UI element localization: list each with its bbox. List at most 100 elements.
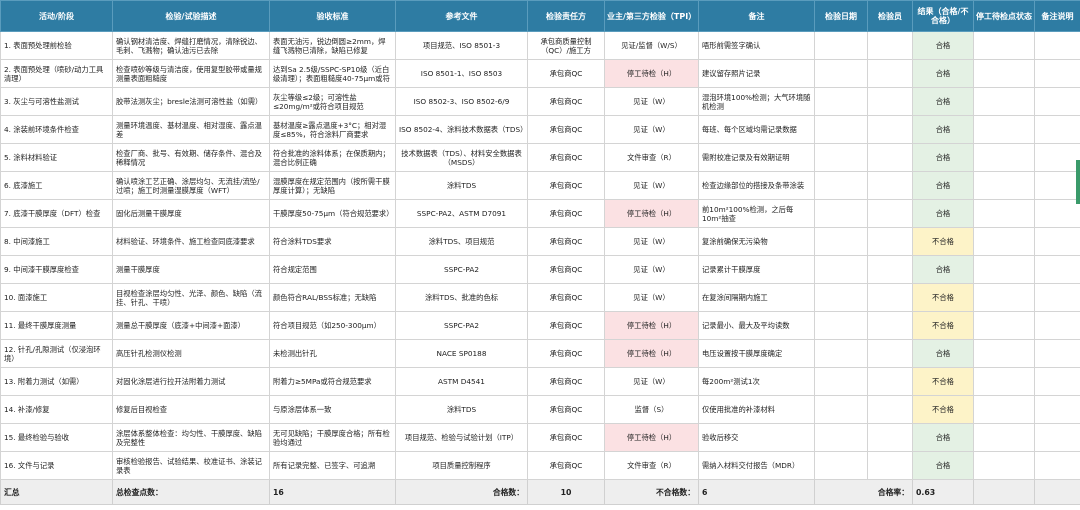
cell-responsible[interactable]: 承包商质量控制（QC）/施工方 — [527, 31, 605, 60]
cell-reference[interactable]: 项目质量控制程序 — [395, 451, 528, 480]
cell-date[interactable] — [814, 31, 868, 60]
summary-empty-1[interactable] — [973, 479, 1035, 505]
cell-note[interactable]: 需纳入材料交付报告（MDR） — [698, 451, 815, 480]
cell-inspector[interactable] — [867, 423, 913, 452]
cell-inspector[interactable] — [867, 339, 913, 368]
cell-responsible[interactable]: 承包商QC — [527, 423, 605, 452]
cell-date[interactable] — [814, 255, 868, 284]
cell-result[interactable]: 合格 — [912, 31, 974, 60]
cell-date[interactable] — [814, 87, 868, 116]
cell-tpi[interactable]: 见证（W） — [604, 227, 699, 256]
cell-note[interactable]: 电压设置按干膜厚度确定 — [698, 339, 815, 368]
cell-remark[interactable] — [1034, 367, 1080, 396]
cell-reference[interactable]: ISO 8502-3、ISO 8502-6/9 — [395, 87, 528, 116]
cell-tpi[interactable]: 停工待检（H） — [604, 59, 699, 88]
cell-responsible[interactable]: 承包商QC — [527, 339, 605, 368]
cell-activity[interactable]: 6. 底漆施工 — [0, 171, 113, 200]
cell-note[interactable]: 湿泡环境100%检测；大气环境随机检测 — [698, 87, 815, 116]
cell-hold-status[interactable] — [973, 227, 1035, 256]
cell-description[interactable]: 高压针孔检测仪检测 — [112, 339, 270, 368]
cell-hold-status[interactable] — [973, 199, 1035, 228]
cell-date[interactable] — [814, 171, 868, 200]
cell-description[interactable]: 修复后目视检查 — [112, 395, 270, 424]
cell-responsible[interactable]: 承包商QC — [527, 143, 605, 172]
cell-criteria[interactable]: 符合项目规范（如250-300μm） — [269, 311, 396, 340]
cell-inspector[interactable] — [867, 115, 913, 144]
cell-criteria[interactable]: 符合涂料TDS要求 — [269, 227, 396, 256]
cell-tpi[interactable]: 停工待检（H） — [604, 423, 699, 452]
cell-reference[interactable]: ASTM D4541 — [395, 367, 528, 396]
cell-hold-status[interactable] — [973, 423, 1035, 452]
cell-result[interactable]: 合格 — [912, 451, 974, 480]
cell-date[interactable] — [814, 451, 868, 480]
cell-result[interactable]: 合格 — [912, 171, 974, 200]
summary-pass-label-cell[interactable]: 合格数： — [395, 479, 528, 505]
cell-criteria[interactable]: 所有记录完整、已签字、可追溯 — [269, 451, 396, 480]
cell-reference[interactable]: NACE SP0188 — [395, 339, 528, 368]
cell-criteria[interactable]: 无可见缺陷；干膜厚度合格；所有检验均通过 — [269, 423, 396, 452]
cell-inspector[interactable] — [867, 395, 913, 424]
cell-activity[interactable]: 14. 补漆/修复 — [0, 395, 113, 424]
cell-activity[interactable]: 15. 最终检验与验收 — [0, 423, 113, 452]
cell-note[interactable]: 记录累计干膜厚度 — [698, 255, 815, 284]
cell-reference[interactable]: 技术数据表（TDS）、材料安全数据表（MSDS） — [395, 143, 528, 172]
cell-reference[interactable]: 项目规范、检验与试验计划（ITP） — [395, 423, 528, 452]
cell-criteria[interactable]: 未检测出针孔 — [269, 339, 396, 368]
cell-remark[interactable] — [1034, 339, 1080, 368]
header-responsible[interactable]: 检验责任方 — [527, 0, 605, 32]
cell-hold-status[interactable] — [973, 115, 1035, 144]
cell-criteria[interactable]: 符合规定范围 — [269, 255, 396, 284]
cell-tpi[interactable]: 停工待检（H） — [604, 339, 699, 368]
cell-date[interactable] — [814, 367, 868, 396]
cell-date[interactable] — [814, 143, 868, 172]
summary-fail-value-cell[interactable]: 6 — [698, 479, 815, 505]
cell-responsible[interactable]: 承包商QC — [527, 395, 605, 424]
cell-activity[interactable]: 13. 附着力测试（如需） — [0, 367, 113, 396]
cell-inspector[interactable] — [867, 451, 913, 480]
cell-activity[interactable]: 5. 涂料材料验证 — [0, 143, 113, 172]
cell-reference[interactable]: SSPC-PA2 — [395, 255, 528, 284]
cell-description[interactable]: 确认钢材清洁度、焊缝打磨情况，清除锐边、毛刺、飞溅物；确认油污已去除 — [112, 31, 270, 60]
cell-result[interactable]: 不合格 — [912, 367, 974, 396]
cell-hold-status[interactable] — [973, 395, 1035, 424]
summary-pass-value-cell[interactable]: 10 — [527, 479, 605, 505]
cell-responsible[interactable]: 承包商QC — [527, 283, 605, 312]
cell-activity[interactable]: 3. 灰尘与可溶性盐测试 — [0, 87, 113, 116]
cell-remark[interactable] — [1034, 451, 1080, 480]
cell-remark[interactable] — [1034, 199, 1080, 228]
cell-activity[interactable]: 11. 最终干膜厚度测量 — [0, 311, 113, 340]
cell-activity[interactable]: 1. 表面预处理前检验 — [0, 31, 113, 60]
cell-responsible[interactable]: 承包商QC — [527, 311, 605, 340]
header-date[interactable]: 检验日期 — [814, 0, 868, 32]
cell-date[interactable] — [814, 395, 868, 424]
cell-remark[interactable] — [1034, 255, 1080, 284]
cell-description[interactable]: 测量干膜厚度 — [112, 255, 270, 284]
cell-description[interactable]: 胶带法测灰尘；bresle法测可溶性盐（如需） — [112, 87, 270, 116]
cell-result[interactable]: 不合格 — [912, 283, 974, 312]
cell-hold-status[interactable] — [973, 367, 1035, 396]
cell-inspector[interactable] — [867, 31, 913, 60]
summary-empty-2[interactable] — [1034, 479, 1080, 505]
cell-result[interactable]: 不合格 — [912, 311, 974, 340]
cell-note[interactable]: 在复涂间隔期内施工 — [698, 283, 815, 312]
cell-activity[interactable]: 9. 中间漆干膜厚度检查 — [0, 255, 113, 284]
cell-result[interactable]: 合格 — [912, 199, 974, 228]
cell-reference[interactable]: 涂料TDS、项目规范 — [395, 227, 528, 256]
cell-description[interactable]: 测量环境温度、基材温度、相对湿度、露点温差 — [112, 115, 270, 144]
cell-reference[interactable]: 项目规范、ISO 8501-3 — [395, 31, 528, 60]
cell-description[interactable]: 对固化涂层进行拉开法附着力测试 — [112, 367, 270, 396]
cell-result[interactable]: 合格 — [912, 143, 974, 172]
cell-inspector[interactable] — [867, 199, 913, 228]
summary-label-cell[interactable]: 汇总 — [0, 479, 113, 505]
cell-activity[interactable]: 12. 针孔/孔隙测试（仅浸泡环境） — [0, 339, 113, 368]
cell-reference[interactable]: 涂料TDS、批准的色标 — [395, 283, 528, 312]
cell-description[interactable]: 审核检验报告、试验结果、校准证书、涂装记录表 — [112, 451, 270, 480]
cell-date[interactable] — [814, 283, 868, 312]
cell-criteria[interactable]: 表面无油污，锐边倒圆≥2mm，焊缝飞溅物已清除，缺陷已修复 — [269, 31, 396, 60]
cell-note[interactable]: 复涂前确保无污染物 — [698, 227, 815, 256]
cell-inspector[interactable] — [867, 143, 913, 172]
cell-tpi[interactable]: 文件审查（R） — [604, 143, 699, 172]
cell-result[interactable]: 合格 — [912, 115, 974, 144]
cell-criteria[interactable]: 符合批准的涂料体系；在保质期内；混合比例正确 — [269, 143, 396, 172]
cell-activity[interactable]: 4. 涂装前环境条件检查 — [0, 115, 113, 144]
